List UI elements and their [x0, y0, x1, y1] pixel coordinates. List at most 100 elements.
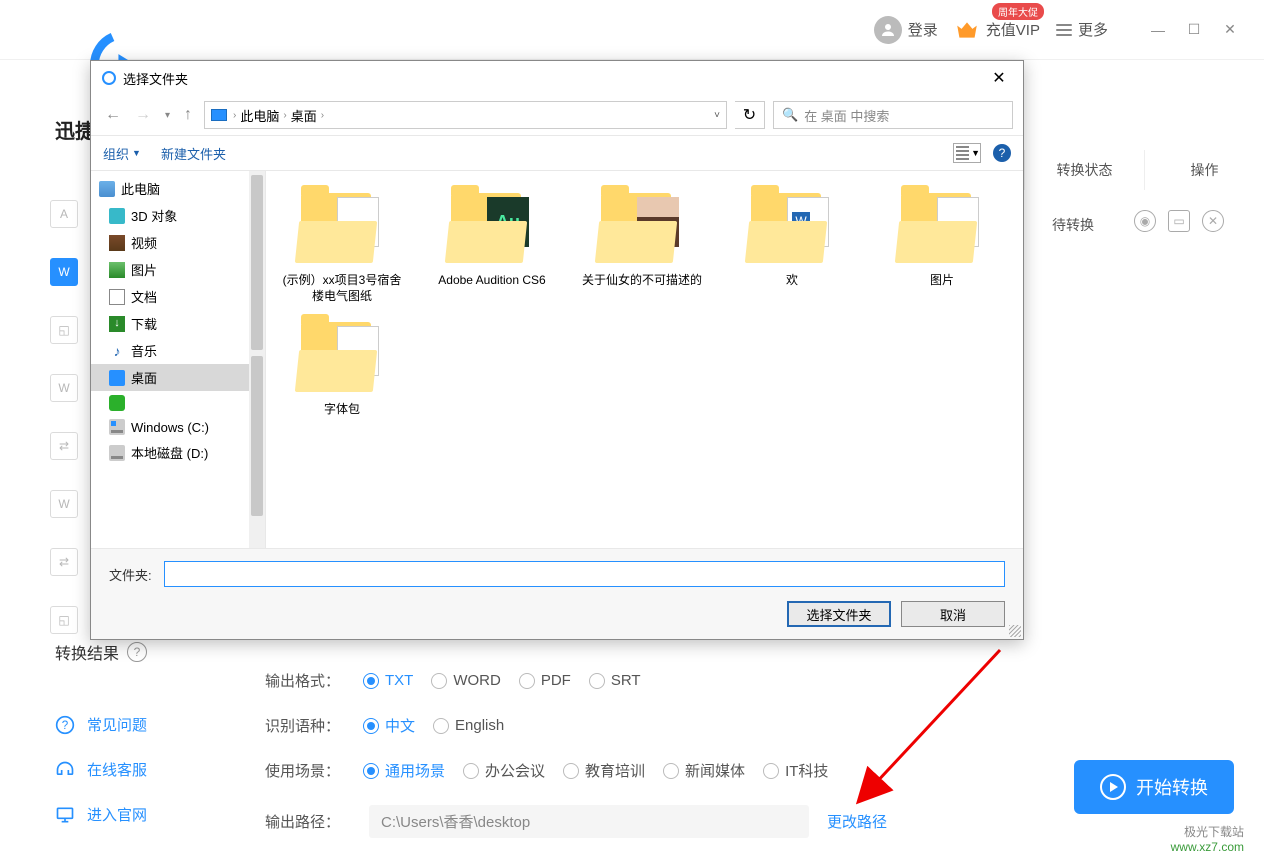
monitor-icon — [55, 805, 75, 825]
tree-desktop[interactable]: 桌面 — [91, 364, 265, 391]
select-folder-button[interactable]: 选择文件夹 — [787, 601, 891, 627]
tree-music[interactable]: ♪音乐 — [91, 337, 265, 364]
tree-iqiyi[interactable] — [91, 391, 265, 415]
dialog-close-button[interactable]: ✕ — [985, 64, 1013, 92]
maximize-button[interactable]: ☐ — [1180, 16, 1208, 44]
login-button[interactable]: 登录 — [874, 16, 938, 44]
website-link[interactable]: 进入官网 — [55, 804, 147, 825]
scene-label: 使用场景： — [265, 760, 345, 781]
nav-forward[interactable]: → — [131, 102, 155, 128]
toolbar-help-icon[interactable]: ? — [993, 144, 1011, 162]
svg-text:?: ? — [62, 719, 69, 732]
desktop-icon — [109, 370, 125, 386]
lang-label: 识别语种： — [265, 715, 345, 736]
folder-item[interactable]: 字体包 — [282, 316, 402, 418]
nav-back[interactable]: ← — [101, 102, 125, 128]
refresh-button[interactable]: ↻ — [735, 101, 765, 129]
vip-button[interactable]: 周年大促 充值VIP — [954, 17, 1040, 43]
result-label: 转换结果 ? — [55, 640, 147, 664]
status-pending: 待转换 — [1052, 215, 1094, 235]
tree-scrollbar[interactable] — [249, 171, 265, 548]
change-path-link[interactable]: 更改路径 — [827, 811, 887, 832]
tree-drive-c[interactable]: Windows (C:) — [91, 415, 265, 439]
dialog-title: 选择文件夹 — [123, 69, 188, 88]
resize-grip[interactable] — [1009, 625, 1021, 637]
format-pdf[interactable]: PDF — [519, 672, 571, 689]
tree-downloads[interactable]: 下载 — [91, 310, 265, 337]
minimize-button[interactable]: — — [1144, 16, 1172, 44]
scene-general[interactable]: 通用场景 — [363, 760, 445, 781]
lang-en[interactable]: English — [433, 717, 504, 734]
search-input[interactable]: 🔍 在 桌面 中搜索 — [773, 101, 1013, 129]
scene-it[interactable]: IT科技 — [763, 760, 828, 781]
tree-scroll-thumb[interactable] — [251, 175, 263, 350]
rail-icon-2[interactable]: W — [50, 258, 78, 286]
help-icon[interactable]: ? — [127, 642, 147, 662]
nav-recent[interactable]: ▾ — [161, 106, 174, 125]
open-folder-icon[interactable]: ▭ — [1168, 210, 1190, 232]
more-button[interactable]: 更多 — [1056, 19, 1108, 40]
tree-pictures[interactable]: 图片 — [91, 256, 265, 283]
cancel-button[interactable]: 取消 — [901, 601, 1005, 627]
dialog-footer: 文件夹: 选择文件夹 取消 — [91, 548, 1023, 639]
support-link[interactable]: 在线客服 — [55, 759, 147, 780]
picture-icon — [109, 262, 125, 278]
breadcrumb-dropdown[interactable]: ˅ — [714, 110, 720, 121]
headset-icon — [55, 760, 75, 780]
folder-item[interactable]: (示例）xx项目3号宿舍楼电气图纸 — [282, 187, 402, 304]
lang-zh[interactable]: 中文 — [363, 715, 415, 736]
col-action: 操作 — [1144, 150, 1264, 190]
monitor-icon — [99, 181, 115, 197]
lang-row: 识别语种： 中文 English — [265, 715, 1234, 736]
new-folder-button[interactable]: 新建文件夹 — [161, 144, 226, 163]
format-row: 输出格式： TXT WORD PDF SRT — [265, 670, 1234, 691]
iqiyi-icon — [109, 395, 125, 411]
organize-menu[interactable]: 组织▼ — [103, 144, 141, 163]
row-action-icons: ◉ ▭ ✕ — [1134, 210, 1224, 232]
rail-icon-8[interactable]: ◱ — [50, 606, 78, 634]
video-icon — [109, 235, 125, 251]
rail-icon-1[interactable]: A — [50, 200, 78, 228]
tree-scroll-thumb-2[interactable] — [251, 356, 263, 516]
rail-icon-5[interactable]: ⇄ — [50, 432, 78, 460]
music-icon: ♪ — [109, 343, 125, 359]
rail-icon-3[interactable]: ◱ — [50, 316, 78, 344]
menu-icon — [1056, 24, 1072, 36]
delete-icon[interactable]: ✕ — [1202, 210, 1224, 232]
folder-dialog: 选择文件夹 ✕ ← → ▾ ↑ › 此电脑› 桌面› ˅ ↻ 🔍 在 桌面 中搜… — [90, 60, 1024, 640]
left-rail: A W ◱ W ⇄ W ⇄ ◱ — [50, 200, 90, 634]
start-convert-button[interactable]: 开始转换 — [1074, 760, 1234, 814]
search-icon: 🔍 — [782, 107, 798, 123]
breadcrumb[interactable]: › 此电脑› 桌面› ˅ — [204, 101, 727, 129]
rail-icon-6[interactable]: W — [50, 490, 78, 518]
tree-root[interactable]: 此电脑 — [91, 175, 265, 202]
folder-item[interactable]: 欢 — [732, 187, 852, 304]
tree-drive-d[interactable]: 本地磁盘 (D:) — [91, 439, 265, 466]
folder-item[interactable]: 关于仙女的不可描述的 — [582, 187, 702, 304]
close-button[interactable]: ✕ — [1216, 16, 1244, 44]
rail-icon-7[interactable]: ⇄ — [50, 548, 78, 576]
tree-documents[interactable]: 文档 — [91, 283, 265, 310]
scene-meeting[interactable]: 办公会议 — [463, 760, 545, 781]
tree-video[interactable]: 视频 — [91, 229, 265, 256]
scene-news[interactable]: 新闻媒体 — [663, 760, 745, 781]
nav-up[interactable]: ↑ — [180, 102, 196, 128]
breadcrumb-icon — [211, 109, 227, 121]
drive-c-icon — [109, 419, 125, 435]
tree-3d[interactable]: 3D 对象 — [91, 202, 265, 229]
faq-link[interactable]: ? 常见问题 — [55, 714, 147, 735]
path-value: C:\Users\香香\desktop — [369, 805, 809, 838]
folder-item[interactable]: Au Adobe Audition CS6 — [432, 187, 552, 304]
format-word[interactable]: WORD — [431, 672, 501, 689]
format-txt[interactable]: TXT — [363, 672, 413, 689]
folder-item[interactable]: 图片 — [882, 187, 1002, 304]
vip-label: 充值VIP — [986, 19, 1040, 40]
format-label: 输出格式： — [265, 670, 345, 691]
view-mode-button[interactable]: ▼ — [953, 143, 981, 163]
folder-name-input[interactable] — [164, 561, 1005, 587]
rail-icon-4[interactable]: W — [50, 374, 78, 402]
preview-icon[interactable]: ◉ — [1134, 210, 1156, 232]
crown-icon — [954, 17, 980, 43]
format-srt[interactable]: SRT — [589, 672, 641, 689]
scene-edu[interactable]: 教育培训 — [563, 760, 645, 781]
